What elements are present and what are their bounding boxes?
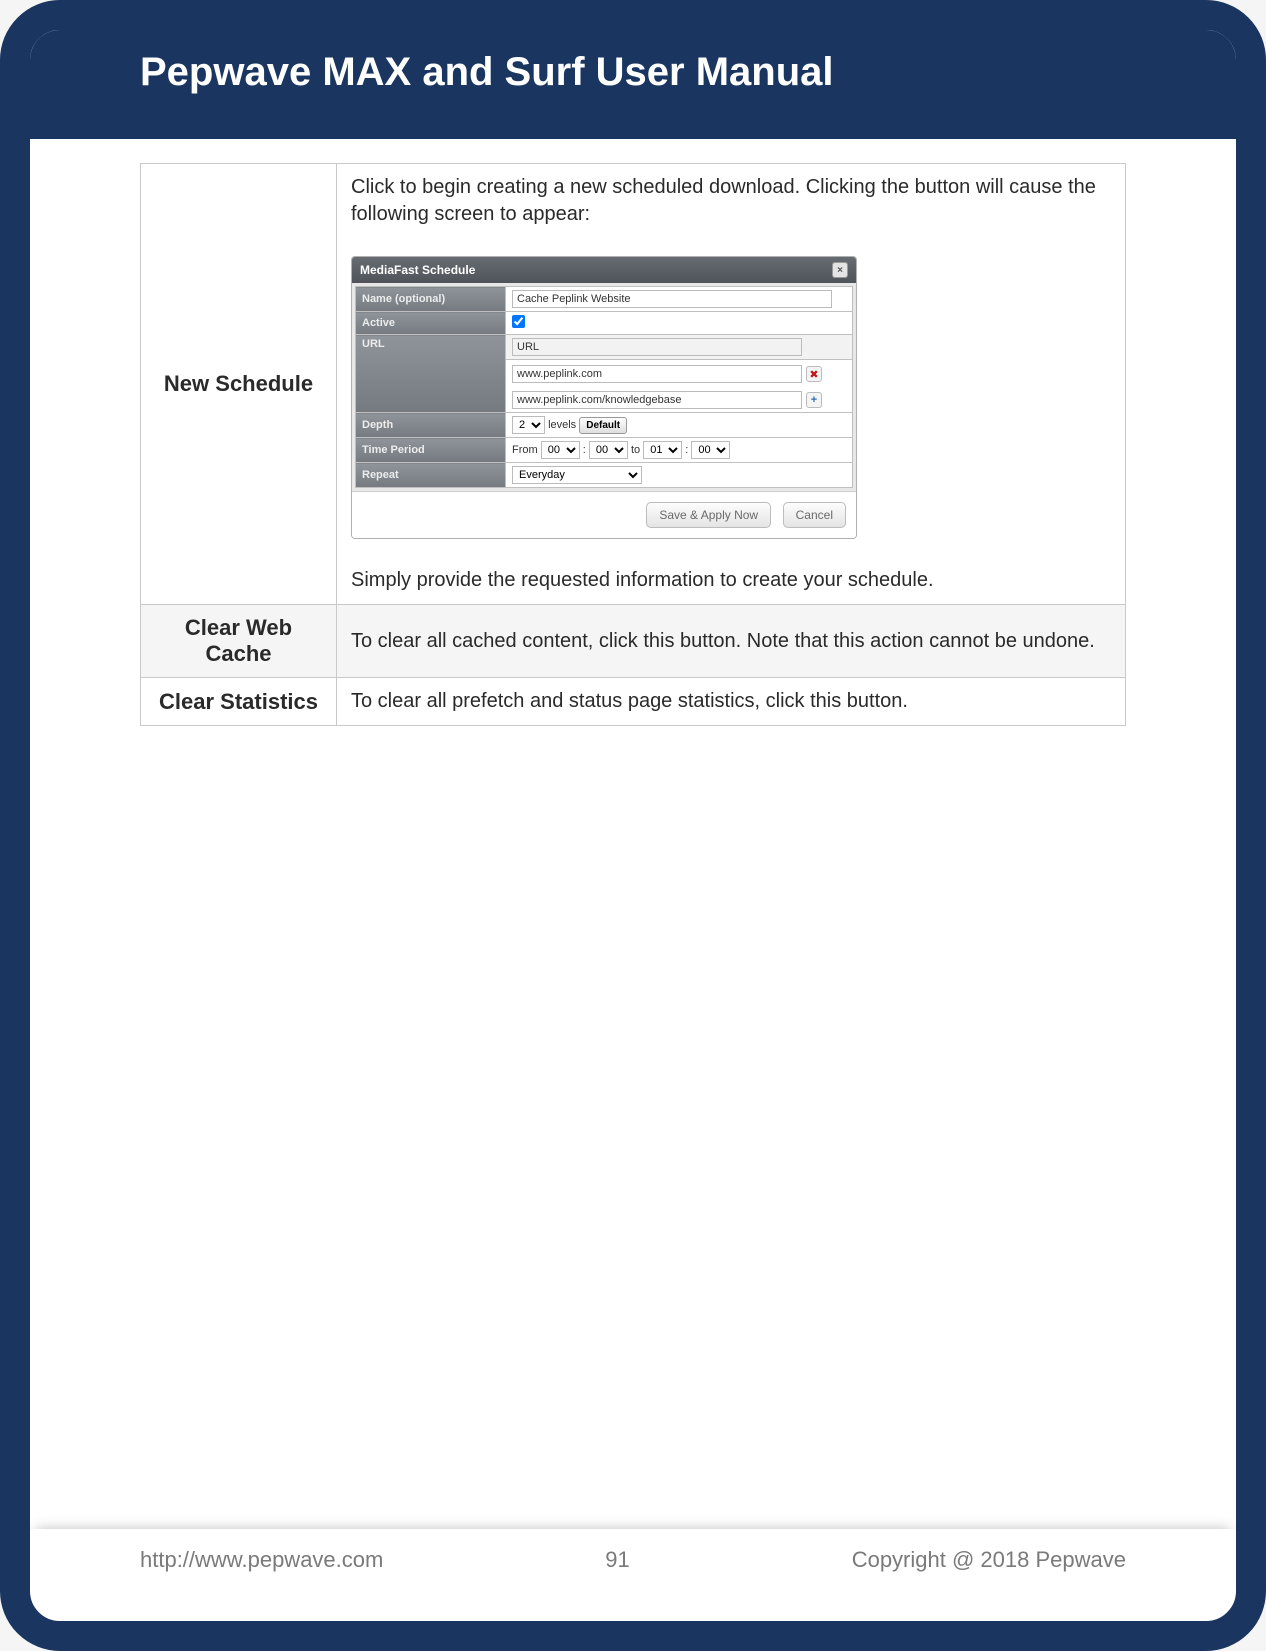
footer-copyright: Copyright @ 2018 Pepwave [852, 1547, 1126, 1573]
time-to-hour[interactable]: 01 [643, 441, 682, 459]
repeat-select[interactable]: Everyday [512, 466, 642, 484]
field-label-url: URL [356, 335, 506, 413]
page-title: Pepwave MAX and Surf User Manual [140, 50, 1126, 95]
time-from-hour[interactable]: 00 [541, 441, 580, 459]
dialog-title: MediaFast Schedule [360, 263, 475, 277]
dialog-titlebar: MediaFast Schedule × [352, 257, 856, 283]
document-header: Pepwave MAX and Surf User Manual [30, 30, 1236, 139]
row-desc-clear-web-cache: To clear all cached content, click this … [337, 605, 1126, 678]
time-to-label: to [631, 444, 640, 456]
field-label-depth: Depth [356, 413, 506, 438]
content-area: New Schedule Click to begin creating a n… [30, 139, 1236, 726]
time-from-min[interactable]: 00 [589, 441, 628, 459]
row-desc-new-schedule: Click to begin creating a new scheduled … [337, 164, 1126, 605]
remove-icon[interactable]: ✖ [806, 366, 822, 382]
field-label-name: Name (optional) [356, 287, 506, 312]
url-input-1[interactable] [512, 365, 802, 383]
row-label-new-schedule: New Schedule [141, 164, 337, 605]
url-input-2[interactable] [512, 391, 802, 409]
time-to-min[interactable]: 00 [691, 441, 730, 459]
field-label-active: Active [356, 312, 506, 335]
page-footer: http://www.pepwave.com 91 Copyright @ 20… [30, 1529, 1236, 1591]
name-input[interactable] [512, 290, 832, 308]
new-schedule-desc-bottom: Simply provide the requested information… [351, 567, 1111, 594]
mediafast-dialog-screenshot: MediaFast Schedule × Name (optional) [351, 256, 1111, 539]
row-label-clear-web-cache: Clear Web Cache [141, 605, 337, 678]
row-desc-clear-statistics: To clear all prefetch and status page st… [337, 678, 1126, 726]
url-header [512, 338, 802, 356]
field-label-repeat: Repeat [356, 463, 506, 488]
save-apply-button[interactable]: Save & Apply Now [646, 502, 771, 528]
depth-select[interactable]: 2 [512, 416, 545, 434]
active-checkbox[interactable] [512, 315, 525, 328]
close-icon[interactable]: × [832, 262, 848, 278]
row-label-clear-statistics: Clear Statistics [141, 678, 337, 726]
time-from-label: From [512, 444, 538, 456]
settings-table: New Schedule Click to begin creating a n… [140, 163, 1126, 726]
footer-url: http://www.pepwave.com [140, 1547, 383, 1573]
depth-levels-text: levels [548, 419, 576, 431]
footer-page-number: 91 [605, 1547, 629, 1573]
add-icon[interactable]: + [806, 392, 822, 408]
depth-default-button[interactable]: Default [579, 417, 627, 434]
cancel-button[interactable]: Cancel [783, 502, 846, 528]
new-schedule-desc-top: Click to begin creating a new scheduled … [351, 174, 1111, 228]
field-label-time: Time Period [356, 438, 506, 463]
